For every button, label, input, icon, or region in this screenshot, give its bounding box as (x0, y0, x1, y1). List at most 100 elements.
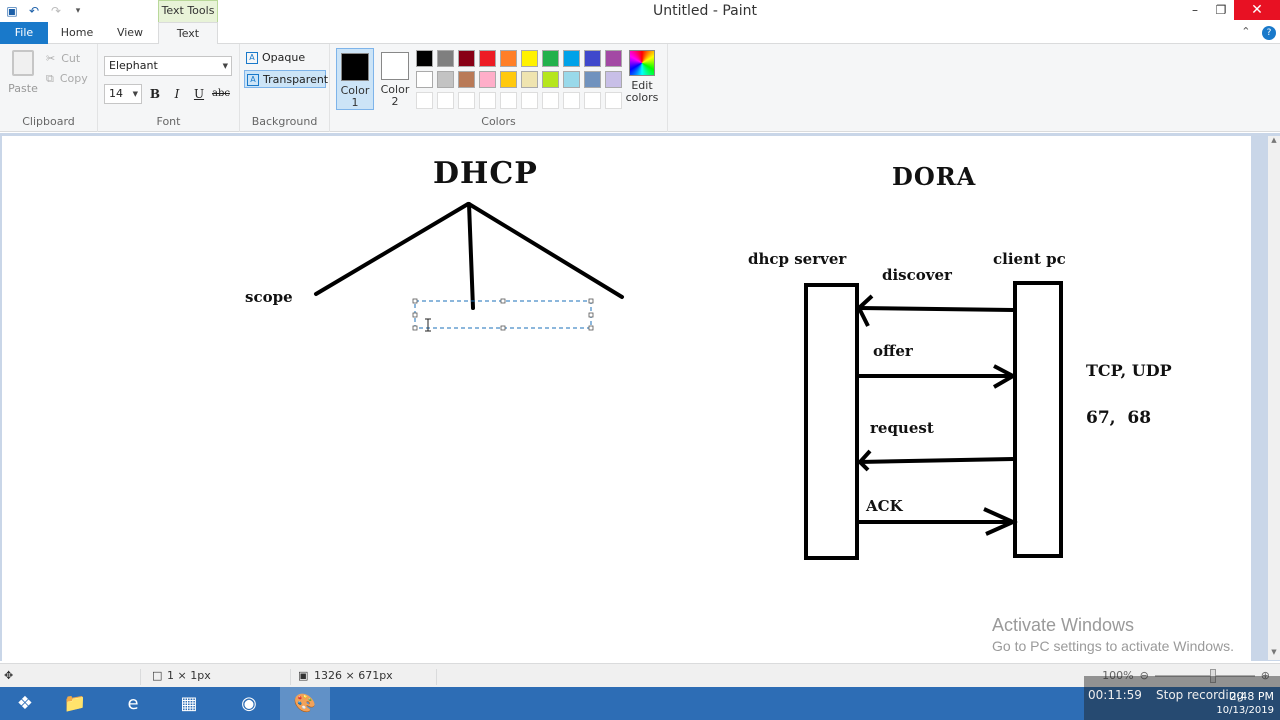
internet-explorer-icon[interactable]: e (108, 687, 158, 720)
palette-color-swatch[interactable] (584, 50, 601, 67)
palette-color-swatch[interactable] (563, 92, 580, 109)
paint-icon[interactable]: 🎨 (280, 687, 330, 720)
opaque-option[interactable]: A Opaque (244, 49, 326, 67)
colors-group-label: Colors (481, 115, 516, 128)
tab-file[interactable]: File (0, 22, 48, 44)
chevron-down-icon: ▼ (222, 62, 228, 70)
palette-color-swatch[interactable] (416, 50, 433, 67)
window-title: Untitled - Paint (653, 3, 757, 19)
strikethrough-button[interactable]: abc (212, 84, 230, 104)
font-group-label: Font (156, 115, 181, 128)
palette-color-swatch[interactable] (563, 50, 580, 67)
edit-colors-button[interactable]: Edit colors (624, 50, 660, 104)
help-icon[interactable]: ? (1262, 26, 1276, 40)
palette-color-swatch[interactable] (584, 92, 601, 109)
ports-label: 67, 68 (1086, 408, 1152, 428)
palette-color-swatch[interactable] (521, 71, 538, 88)
palette-color-swatch[interactable] (416, 71, 433, 88)
minimize-button[interactable]: – (1182, 0, 1208, 20)
palette-color-swatch[interactable] (437, 92, 454, 109)
palette-color-swatch[interactable] (479, 50, 496, 67)
clipboard-group-label: Clipboard (22, 115, 75, 128)
transparent-option[interactable]: A Transparent (244, 70, 329, 88)
dora-title: DORA (892, 162, 977, 191)
cut-button[interactable]: ✂ Cut (46, 52, 80, 65)
tcp-udp-label: TCP, UDP (1086, 361, 1172, 380)
palette-color-swatch[interactable] (479, 71, 496, 88)
edit-colors-label: Edit colors (625, 79, 659, 104)
palette-color-swatch[interactable] (542, 71, 559, 88)
status-divider (290, 669, 291, 685)
recording-timer: 00:11:59 (1088, 688, 1142, 702)
palette-color-swatch[interactable] (479, 92, 496, 109)
palette-color-swatch[interactable] (563, 71, 580, 88)
image-size: 1326 × 671px (314, 669, 393, 682)
status-divider (436, 669, 437, 685)
copy-button[interactable]: ⧉ Copy (46, 72, 88, 86)
system-tray-clock[interactable]: 2:48 PM 10/13/2019 (1216, 690, 1274, 718)
color-spectrum-icon (629, 50, 655, 76)
dhcp-title: DHCP (433, 156, 538, 191)
close-button[interactable]: ✕ (1234, 0, 1280, 20)
tree-line-middle (467, 202, 475, 310)
palette-color-swatch[interactable] (437, 50, 454, 67)
chrome-icon[interactable]: ◉ (224, 687, 274, 720)
request-arrow (858, 457, 1014, 464)
underline-button[interactable]: U (190, 84, 208, 104)
drawing-canvas[interactable]: DHCP scope DORA dhcp server client pc di… (2, 136, 1251, 661)
palette-color-swatch[interactable] (500, 92, 517, 109)
palette-color-swatch[interactable] (458, 92, 475, 109)
palette-color-swatch[interactable] (521, 50, 538, 67)
vertical-scrollbar[interactable]: ▲ ▼ (1268, 136, 1280, 660)
dhcp-server-label: dhcp server (748, 250, 847, 268)
selection-size: 1 × 1px (167, 669, 211, 682)
transparent-label: Transparent (263, 73, 329, 86)
palette-color-swatch[interactable] (605, 50, 622, 67)
font-family-select[interactable]: Elephant ▼ (104, 56, 232, 76)
palette-color-swatch[interactable] (605, 92, 622, 109)
italic-button[interactable]: I (168, 84, 186, 104)
text-box-selection[interactable] (412, 298, 594, 332)
palette-color-swatch[interactable] (500, 71, 517, 88)
palette-color-swatch[interactable] (584, 71, 601, 88)
store-icon[interactable]: ▦ (164, 687, 214, 720)
canvas-workspace: DHCP scope DORA dhcp server client pc di… (0, 133, 1280, 661)
palette-color-swatch[interactable] (437, 71, 454, 88)
tab-text[interactable]: Text (158, 22, 218, 45)
bold-button[interactable]: B (146, 84, 164, 104)
discover-arrowhead (856, 294, 874, 327)
scroll-up-icon[interactable]: ▲ (1268, 136, 1280, 148)
palette-color-swatch[interactable] (521, 92, 538, 109)
palette-color-swatch[interactable] (416, 92, 433, 109)
windows-start-icon[interactable]: ❖ (0, 687, 50, 720)
color2-swatch (381, 52, 409, 80)
tab-home[interactable]: Home (54, 22, 100, 44)
collapse-ribbon-icon[interactable]: ⌃ (1241, 25, 1250, 38)
paste-button[interactable]: Paste (6, 50, 40, 95)
palette-color-swatch[interactable] (458, 50, 475, 67)
scroll-down-icon[interactable]: ▼ (1268, 648, 1280, 660)
palette-color-swatch[interactable] (500, 50, 517, 67)
tab-view[interactable]: View (108, 22, 152, 44)
maximize-button[interactable]: ❐ (1208, 0, 1234, 20)
activate-windows-watermark: Activate Windows Go to PC settings to ac… (992, 615, 1234, 654)
file-explorer-icon[interactable]: 📁 (50, 687, 100, 720)
palette-color-swatch[interactable] (458, 71, 475, 88)
paste-label: Paste (8, 82, 38, 95)
palette-color-swatch[interactable] (605, 71, 622, 88)
window-controls: – ❐ ✕ (1182, 0, 1280, 20)
offer-label: offer (873, 342, 913, 360)
move-cursor-icon: ✥ (4, 669, 14, 682)
palette-color-swatch[interactable] (542, 50, 559, 67)
title-bar: ▣ ↶ ↷ ▾ Text Tools Untitled - Paint – ❐ … (0, 0, 1280, 22)
palette-color-swatch[interactable] (542, 92, 559, 109)
color2-button[interactable]: Color 2 (376, 48, 414, 110)
color-palette (414, 48, 624, 111)
font-size-select[interactable]: 14 ▼ (104, 84, 142, 104)
client-pc-box (1013, 281, 1063, 558)
clock-date: 10/13/2019 (1216, 705, 1274, 716)
copy-icon: ⧉ (46, 72, 54, 85)
ribbon-tabs: File Home View Text ⌃ ? (0, 22, 1280, 45)
ribbon-right-controls: ⌃ ? (1241, 25, 1276, 40)
color1-button[interactable]: Color 1 (336, 48, 374, 110)
